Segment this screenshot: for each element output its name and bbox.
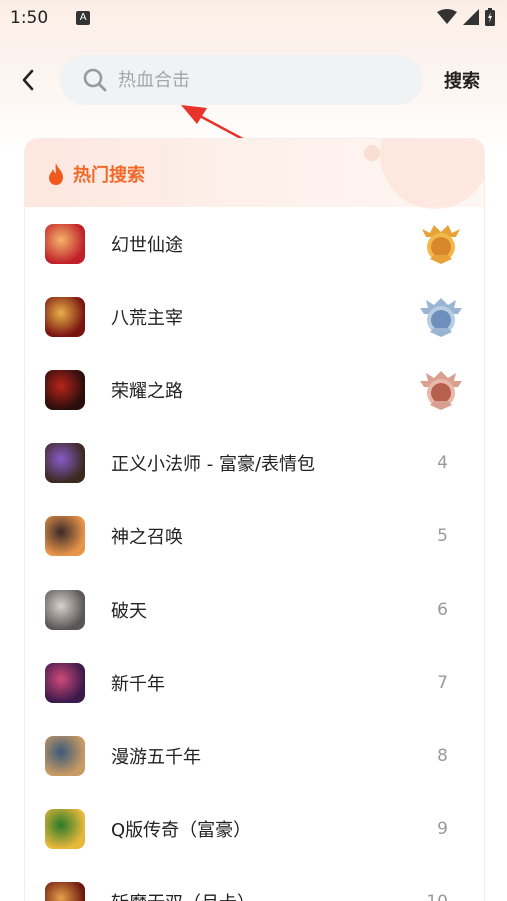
game-name: 八荒主宰 <box>111 307 183 329</box>
list-item[interactable]: 荣耀之路 <box>25 353 484 426</box>
notification-app-icon: A <box>76 11 91 25</box>
game-icon <box>45 589 85 630</box>
list-item[interactable]: 八荒主宰 <box>25 280 484 353</box>
gold-medal-icon <box>422 224 460 264</box>
game-name: 破天 <box>111 600 147 622</box>
list-item[interactable]: 斩魔无双（月卡） 10 <box>25 866 484 901</box>
hot-search-card: 热门搜索 幻世仙途 八荒主宰 荣耀之路 正义小法师 - 富豪/表情包 4 神之召… <box>24 138 485 901</box>
game-icon <box>45 296 85 337</box>
game-icon <box>45 735 85 776</box>
list-item[interactable]: 漫游五千年 8 <box>25 719 484 792</box>
search-box[interactable] <box>60 55 423 105</box>
flame-icon <box>49 163 63 185</box>
list-item[interactable]: 幻世仙途 <box>25 207 484 280</box>
rank-number: 10 <box>426 892 448 901</box>
rank-number: 4 <box>437 453 448 474</box>
list-item[interactable]: Q版传奇（富豪） 9 <box>25 793 484 866</box>
game-icon <box>45 809 85 850</box>
status-time: 1:50 <box>10 8 49 28</box>
game-name: 漫游五千年 <box>111 746 201 768</box>
status-bar: 1:50 A <box>0 0 507 36</box>
rank-number: 7 <box>437 672 448 693</box>
game-name: Q版传奇（富豪） <box>111 820 252 842</box>
list-item[interactable]: 新千年 7 <box>25 646 484 719</box>
bronze-medal-icon <box>420 370 462 410</box>
status-icons <box>437 8 495 26</box>
list-item[interactable]: 神之召唤 5 <box>25 500 484 573</box>
signal-icon <box>463 9 479 25</box>
game-icon <box>45 882 85 901</box>
search-header: 搜索 <box>0 52 507 108</box>
battery-icon <box>485 8 495 26</box>
game-icon <box>45 443 85 484</box>
silver-medal-icon <box>420 297 462 337</box>
back-arrow-icon[interactable] <box>17 68 41 92</box>
game-name: 幻世仙途 <box>111 234 183 256</box>
list-item[interactable]: 正义小法师 - 富豪/表情包 4 <box>25 427 484 500</box>
game-icon <box>45 369 85 410</box>
game-name: 荣耀之路 <box>111 380 183 402</box>
game-name: 新千年 <box>111 673 165 695</box>
hot-search-list: 幻世仙途 八荒主宰 荣耀之路 正义小法师 - 富豪/表情包 4 神之召唤 5 破… <box>25 207 484 901</box>
rank-number: 8 <box>437 745 448 766</box>
game-icon <box>45 662 85 703</box>
hot-search-title: 热门搜索 <box>73 165 145 186</box>
search-button[interactable]: 搜索 <box>444 67 480 93</box>
game-name: 斩魔无双（月卡） <box>111 889 255 901</box>
search-input[interactable] <box>118 69 408 91</box>
rank-number: 9 <box>437 819 448 840</box>
search-icon <box>83 68 107 92</box>
wifi-icon <box>437 9 457 24</box>
game-name: 正义小法师 - 富豪/表情包 <box>111 454 316 476</box>
list-item[interactable]: 破天 6 <box>25 573 484 646</box>
decoration-circle <box>380 139 484 209</box>
hot-search-header: 热门搜索 <box>25 139 484 209</box>
rank-number: 6 <box>437 599 448 620</box>
game-icon <box>45 223 85 264</box>
game-icon <box>45 516 85 557</box>
rank-number: 5 <box>437 526 448 547</box>
decoration-dot <box>364 145 380 161</box>
game-name: 神之召唤 <box>111 527 183 549</box>
